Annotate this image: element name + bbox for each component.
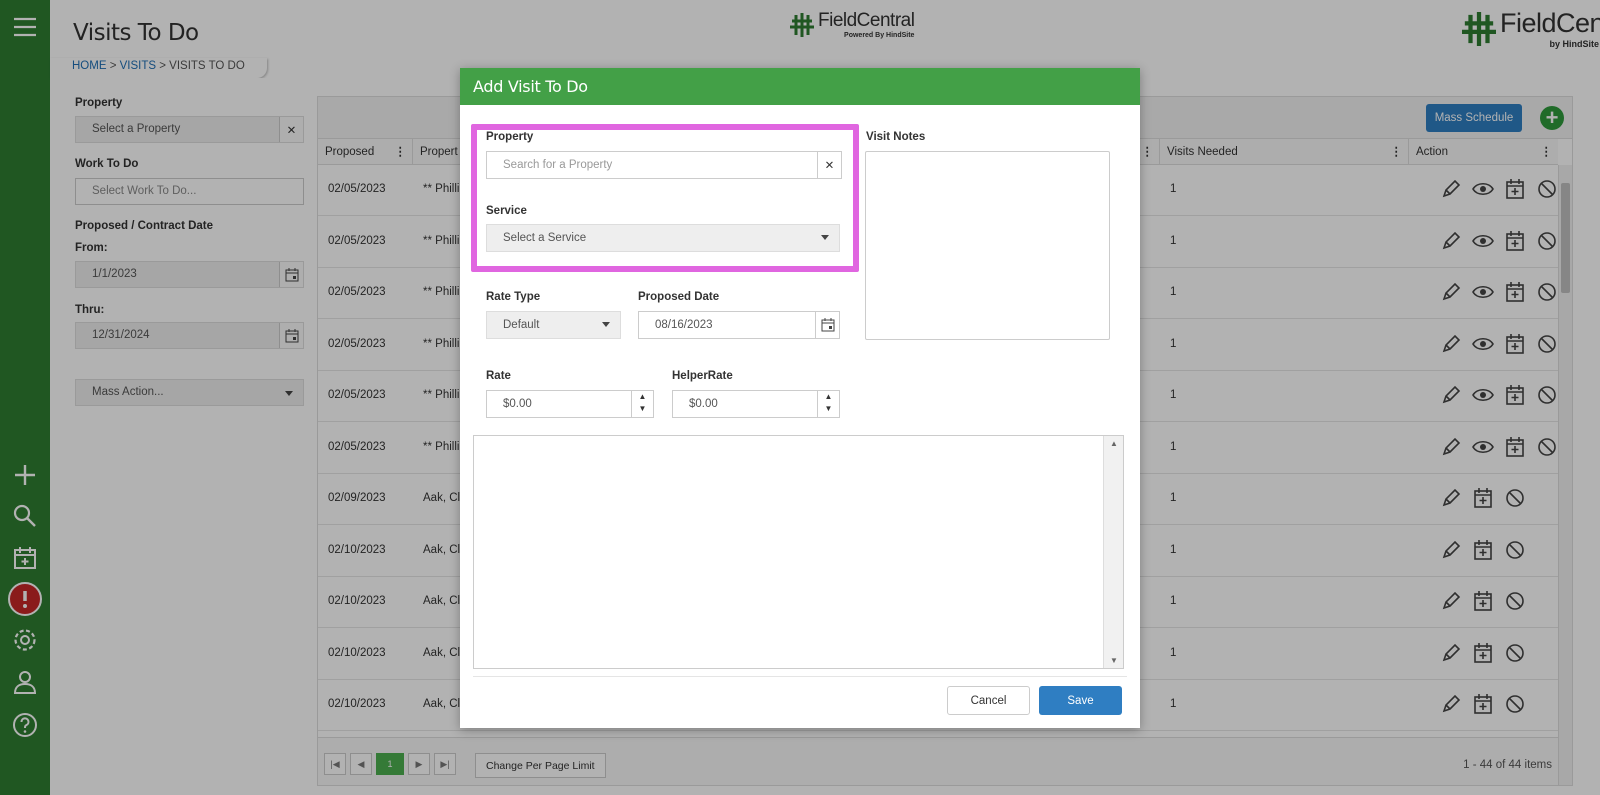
rate-type-select[interactable]: Default [486, 311, 621, 339]
proposed-date-label: Proposed Date [638, 291, 720, 303]
calendar-icon[interactable] [815, 312, 839, 338]
visit-notes-textarea[interactable] [865, 151, 1110, 340]
modal-title: Add Visit To Do [460, 68, 1140, 105]
modal-footer-divider [473, 676, 1127, 677]
scroll-down-icon[interactable]: ▼ [1110, 656, 1118, 665]
rate-value: $0.00 [503, 398, 532, 410]
rate-type-label: Rate Type [486, 291, 541, 303]
scroll-up-icon[interactable]: ▲ [1110, 439, 1118, 448]
property-label: Property [486, 131, 534, 143]
rate-input[interactable]: $0.00 ▲ ▼ [486, 390, 654, 418]
helper-rate-input[interactable]: $0.00 ▲ ▼ [672, 390, 840, 418]
rate-stepper[interactable]: ▲ ▼ [631, 391, 653, 417]
rate-label: Rate [486, 370, 511, 382]
proposed-date-input[interactable]: 08/16/2023 [638, 311, 840, 339]
chevron-down-icon [602, 322, 610, 327]
stepper-down-icon[interactable]: ▼ [632, 403, 653, 415]
service-select[interactable]: Select a Service [486, 224, 840, 252]
rate-type-value: Default [503, 319, 540, 331]
clear-icon[interactable]: ✕ [817, 152, 841, 178]
visit-notes-label: Visit Notes [866, 131, 926, 143]
save-button[interactable]: Save [1039, 686, 1122, 715]
property-search-input[interactable]: Search for a Property ✕ [486, 151, 842, 179]
helper-rate-value: $0.00 [689, 398, 718, 410]
stepper-up-icon[interactable]: ▲ [818, 391, 839, 403]
details-editor[interactable]: ▲ ▼ [473, 435, 1124, 669]
service-label: Service [486, 205, 527, 217]
stepper-up-icon[interactable]: ▲ [632, 391, 653, 403]
helper-rate-stepper[interactable]: ▲ ▼ [817, 391, 839, 417]
chevron-down-icon [821, 235, 829, 240]
cancel-button[interactable]: Cancel [947, 686, 1030, 715]
editor-scrollbar[interactable]: ▲ ▼ [1103, 436, 1123, 668]
proposed-date-value: 08/16/2023 [655, 319, 713, 331]
stepper-down-icon[interactable]: ▼ [818, 403, 839, 415]
property-search-placeholder: Search for a Property [503, 159, 613, 171]
add-visit-modal: Add Visit To Do Property Search for a Pr… [460, 68, 1140, 728]
helper-rate-label: HelperRate [672, 370, 733, 382]
service-placeholder: Select a Service [503, 232, 587, 244]
